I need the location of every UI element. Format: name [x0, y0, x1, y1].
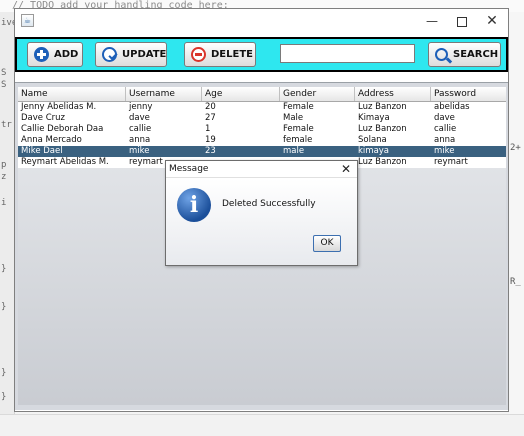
column-header-age[interactable]: Age	[202, 87, 280, 101]
ide-gutter-fragment: i	[1, 198, 7, 208]
cell-age: 23	[205, 146, 216, 156]
update-button[interactable]: UPDATE	[95, 42, 167, 67]
table-row-selected[interactable]: Mike Dael mike 23 male kimaya mike	[18, 146, 506, 157]
add-button[interactable]: ADD	[27, 42, 83, 67]
plus-circle-icon	[34, 47, 49, 62]
ide-gutter-fragment: tr	[1, 120, 12, 130]
table-row[interactable]: Jenny Abelidas M. jenny 20 Female Luz Ba…	[18, 102, 506, 113]
cell-password: reymart	[434, 157, 468, 167]
column-header-name[interactable]: Name	[18, 87, 126, 101]
cell-name: Jenny Abelidas M.	[21, 102, 97, 112]
table-row[interactable]: Dave Cruz dave 27 Male Kimaya dave	[18, 113, 506, 124]
ide-gutter-fragment: }	[1, 392, 7, 402]
cell-username: anna	[129, 135, 151, 145]
ide-gutter: ive S S tr p z i } } } }	[0, 12, 17, 435]
dialog-body: i Deleted Successfully OK	[166, 179, 357, 265]
dialog-close-button[interactable]: ✕	[338, 162, 354, 177]
minimize-button[interactable]: —	[418, 11, 446, 31]
table-header: Name Username Age Gender Address Passwor…	[18, 87, 506, 102]
ide-gutter-fragment: S	[1, 68, 7, 78]
cell-age: 1	[205, 124, 211, 134]
ide-right-fragment: R_	[510, 277, 521, 287]
ide-gutter-fragment: }	[1, 302, 7, 312]
ide-status-area	[0, 414, 524, 436]
table-row[interactable]: Anna Mercado anna 19 female Solana anna	[18, 135, 506, 146]
search-button[interactable]: SEARCH	[428, 42, 501, 67]
cell-gender: male	[283, 146, 305, 156]
column-header-username[interactable]: Username	[126, 87, 202, 101]
ide-gutter-fragment: }	[1, 264, 7, 274]
cell-username: jenny	[129, 102, 153, 112]
search-input[interactable]	[280, 44, 415, 63]
cell-address: Solana	[358, 135, 387, 145]
cell-password: anna	[434, 135, 456, 145]
cell-password: dave	[434, 113, 455, 123]
message-dialog: Message ✕ i Deleted Successfully OK	[165, 160, 358, 266]
toolbar-panel: ADD UPDATE DELETE SEARCH	[15, 37, 508, 72]
cell-address: Luz Banzon	[358, 157, 407, 167]
cell-password: mike	[434, 146, 455, 156]
add-button-label: ADD	[54, 49, 79, 60]
cell-gender: Male	[283, 113, 304, 123]
ok-button[interactable]: OK	[313, 235, 341, 252]
cell-address: Luz Banzon	[358, 124, 407, 134]
cell-password: callie	[434, 124, 457, 134]
ide-right-fragment: 2+	[510, 143, 521, 153]
ide-right-editor	[509, 12, 524, 435]
dialog-title[interactable]: Message	[166, 161, 357, 178]
table-body: Jenny Abelidas M. jenny 20 Female Luz Ba…	[18, 102, 506, 168]
cell-name: Reymart Abelidas M.	[21, 157, 109, 167]
column-header-address[interactable]: Address	[355, 87, 431, 101]
update-button-label: UPDATE	[122, 49, 167, 60]
cell-gender: Female	[283, 124, 314, 134]
delete-button-label: DELETE	[211, 49, 253, 60]
cell-age: 27	[205, 113, 216, 123]
cell-name: Mike Dael	[21, 146, 63, 156]
delete-button[interactable]: DELETE	[184, 42, 256, 67]
ide-gutter-fragment: z	[1, 172, 7, 182]
ide-gutter-fragment: p	[1, 160, 7, 170]
cell-name: Callie Deborah Daa	[21, 124, 104, 134]
window-titlebar[interactable]: ☕ — ✕	[15, 9, 508, 33]
search-button-label: SEARCH	[453, 49, 499, 60]
cell-username: mike	[129, 146, 150, 156]
cell-age: 20	[205, 102, 216, 112]
cell-address: kimaya	[358, 146, 390, 156]
cell-address: Kimaya	[358, 113, 390, 123]
cell-gender: female	[283, 135, 313, 145]
cell-age: 19	[205, 135, 216, 145]
cell-address: Luz Banzon	[358, 102, 407, 112]
maximize-button[interactable]	[448, 11, 476, 31]
cell-password: abelidas	[434, 102, 470, 112]
ide-gutter-fragment: S	[1, 80, 7, 90]
table-row[interactable]: Callie Deborah Daa callie 1 Female Luz B…	[18, 124, 506, 135]
java-app-icon: ☕	[21, 14, 34, 27]
info-icon: i	[177, 188, 211, 222]
dialog-message: Deleted Successfully	[222, 199, 316, 209]
window-close-button[interactable]: ✕	[478, 11, 506, 31]
column-header-gender[interactable]: Gender	[280, 87, 355, 101]
refresh-check-icon	[102, 47, 117, 62]
cell-name: Dave Cruz	[21, 113, 65, 123]
cell-username: callie	[129, 124, 152, 134]
cell-username: dave	[129, 113, 150, 123]
search-icon	[435, 48, 448, 61]
minus-circle-icon	[191, 47, 206, 62]
ide-gutter-fragment: }	[1, 368, 7, 378]
cell-gender: Female	[283, 102, 314, 112]
maximize-icon	[457, 16, 467, 27]
column-header-password[interactable]: Password	[431, 87, 506, 101]
cell-name: Anna Mercado	[21, 135, 82, 145]
